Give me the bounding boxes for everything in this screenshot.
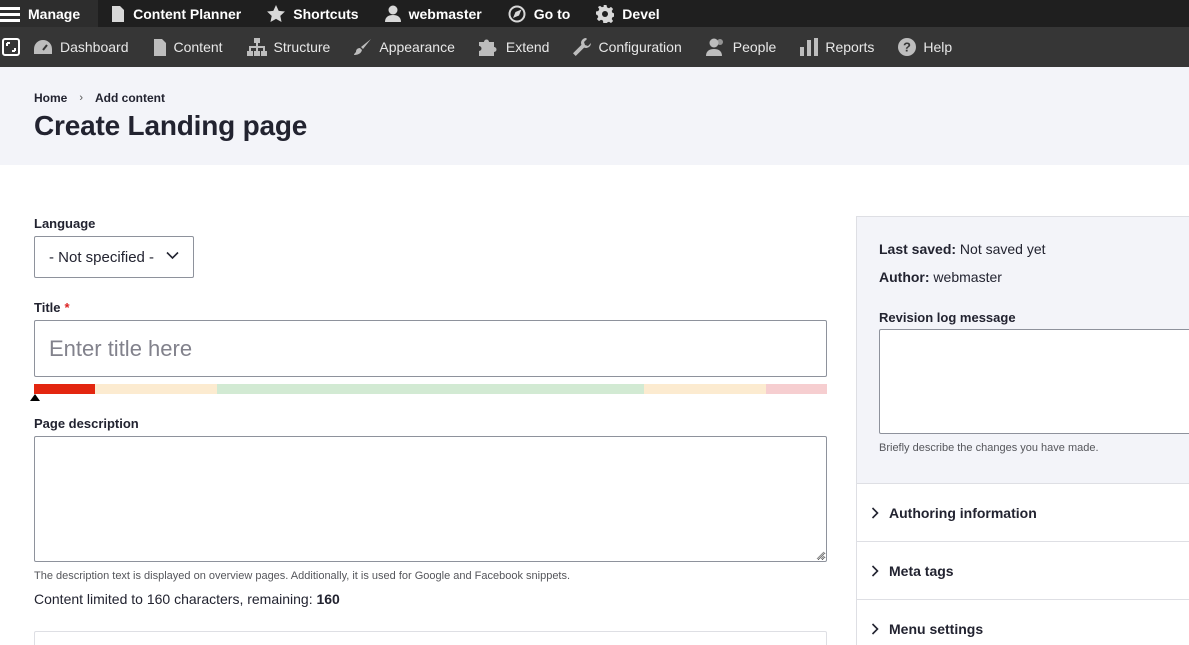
- bar-chart-icon: [800, 38, 819, 56]
- toolbar-manage[interactable]: Manage: [0, 0, 99, 27]
- orientation-toggle-icon: [2, 38, 20, 56]
- breadcrumb: Home › Add content: [34, 91, 165, 105]
- admin-menu-tray: Dashboard Content Structure Appearance E…: [0, 27, 1189, 67]
- chevron-right-icon: [871, 622, 879, 635]
- document-icon: [153, 38, 166, 56]
- revision-log-help: Briefly describe the changes you have ma…: [879, 442, 1099, 454]
- language-select-value: - Not specified -: [49, 248, 155, 266]
- language-select[interactable]: - Not specified -: [34, 236, 194, 278]
- menu-help-label: Help: [923, 39, 953, 55]
- chevron-right-icon: [871, 506, 879, 519]
- menu-appearance[interactable]: Appearance: [342, 27, 467, 67]
- page-header: Home › Add content Create Landing page: [0, 67, 1189, 165]
- puzzle-icon: [478, 39, 497, 56]
- wrench-icon: [573, 38, 592, 56]
- author-label: Author:: [879, 269, 930, 285]
- meta-tags-label: Meta tags: [889, 562, 954, 579]
- paintbrush-icon: [354, 39, 372, 55]
- document-icon: [112, 5, 125, 22]
- menu-content-label: Content: [173, 39, 223, 55]
- last-saved: Last saved: Not saved yet: [879, 241, 1046, 257]
- authoring-information-toggle[interactable]: Authoring information: [857, 483, 1189, 541]
- revision-log-textarea[interactable]: [879, 329, 1189, 434]
- help-icon: ?: [898, 38, 917, 56]
- menu-configuration[interactable]: Configuration: [561, 27, 693, 67]
- toolbar-content-planner-label: Content Planner: [133, 5, 242, 22]
- menu-content[interactable]: Content: [141, 27, 235, 67]
- toolbar-shortcuts[interactable]: Shortcuts: [254, 0, 371, 27]
- star-icon: [267, 5, 286, 22]
- author-value: webmaster: [929, 269, 1002, 285]
- toolbar-goto-label: Go to: [533, 5, 571, 22]
- people-icon: [705, 38, 723, 56]
- hamburger-menu-icon: [0, 6, 20, 22]
- resize-grip-icon[interactable]: [816, 551, 825, 560]
- toolbar-user-label: webmaster: [408, 5, 482, 22]
- menu-appearance-label: Appearance: [379, 39, 455, 55]
- user-icon: [384, 5, 401, 22]
- meter-segment-red: [34, 384, 95, 394]
- title-label-text: Title: [34, 300, 61, 315]
- toolbar-user[interactable]: webmaster: [372, 0, 495, 27]
- meta-sidebar: Last saved: Not saved yet Author: webmas…: [856, 216, 1189, 645]
- page-description-help: The description text is displayed on ove…: [34, 570, 571, 582]
- meter-pointer-icon: [30, 394, 40, 401]
- compass-icon: [508, 5, 526, 22]
- character-limit-text: Content limited to 160 characters, remai…: [34, 591, 340, 607]
- menu-structure[interactable]: Structure: [235, 27, 343, 67]
- chevron-right-icon: [871, 564, 879, 577]
- menu-reports-label: Reports: [825, 39, 875, 55]
- revision-log-label: Revision log message: [879, 310, 1016, 325]
- author: Author: webmaster: [879, 269, 1002, 285]
- last-saved-label: Last saved:: [879, 241, 957, 257]
- menu-settings-toggle[interactable]: Menu settings: [857, 599, 1189, 645]
- breadcrumb-add-content[interactable]: Add content: [95, 91, 165, 105]
- meter-segment-red-light: [766, 384, 827, 394]
- meter-segment-orange-right: [644, 384, 766, 394]
- menu-people[interactable]: People: [694, 27, 789, 67]
- character-limit-remaining: 160: [316, 591, 340, 607]
- meta-tags-toggle[interactable]: Meta tags: [857, 541, 1189, 599]
- admin-toolbar: Manage Content Planner Shortcuts webmast…: [0, 0, 1189, 27]
- gear-icon: [596, 4, 615, 23]
- menu-help[interactable]: ? Help: [886, 27, 964, 67]
- menu-structure-label: Structure: [273, 39, 331, 55]
- meter-segment-green: [217, 384, 644, 394]
- character-limit-label: Content limited to 160 characters, remai…: [34, 591, 317, 607]
- chevron-down-icon: [166, 251, 179, 260]
- page-description-label: Page description: [34, 416, 139, 431]
- title-label: Title *: [34, 300, 70, 315]
- toolbar-goto[interactable]: Go to: [495, 0, 584, 27]
- toolbar-content-planner[interactable]: Content Planner: [98, 0, 254, 27]
- structure-icon: [246, 38, 267, 56]
- svg-text:?: ?: [903, 40, 911, 55]
- dashboard-icon: [34, 40, 52, 54]
- menu-settings-label: Menu settings: [889, 620, 984, 637]
- menu-reports[interactable]: Reports: [788, 27, 886, 67]
- language-label: Language: [34, 216, 96, 231]
- tray-orientation-toggle[interactable]: [1, 37, 21, 57]
- toolbar-manage-label: Manage: [28, 5, 81, 22]
- breadcrumb-home[interactable]: Home: [34, 91, 67, 105]
- toolbar-devel[interactable]: Devel: [583, 0, 672, 27]
- menu-extend[interactable]: Extend: [467, 27, 562, 67]
- page-description-textarea[interactable]: [34, 436, 827, 562]
- toolbar-devel-label: Devel: [622, 5, 660, 22]
- menu-configuration-label: Configuration: [598, 39, 682, 55]
- meter-segment-orange-left: [95, 384, 217, 394]
- page-title: Create Landing page: [34, 110, 308, 141]
- menu-extend-label: Extend: [505, 39, 550, 55]
- menu-dashboard-label: Dashboard: [60, 39, 129, 55]
- toolbar-shortcuts-label: Shortcuts: [293, 5, 359, 22]
- next-field-box[interactable]: [34, 631, 827, 645]
- breadcrumb-separator: ›: [79, 92, 84, 104]
- authoring-information-label: Authoring information: [889, 504, 1037, 521]
- title-length-meter: [34, 384, 827, 394]
- menu-people-label: People: [732, 39, 777, 55]
- menu-dashboard[interactable]: Dashboard: [21, 27, 141, 67]
- title-input[interactable]: [34, 320, 827, 377]
- required-marker: *: [64, 300, 70, 315]
- last-saved-value: Not saved yet: [956, 241, 1046, 257]
